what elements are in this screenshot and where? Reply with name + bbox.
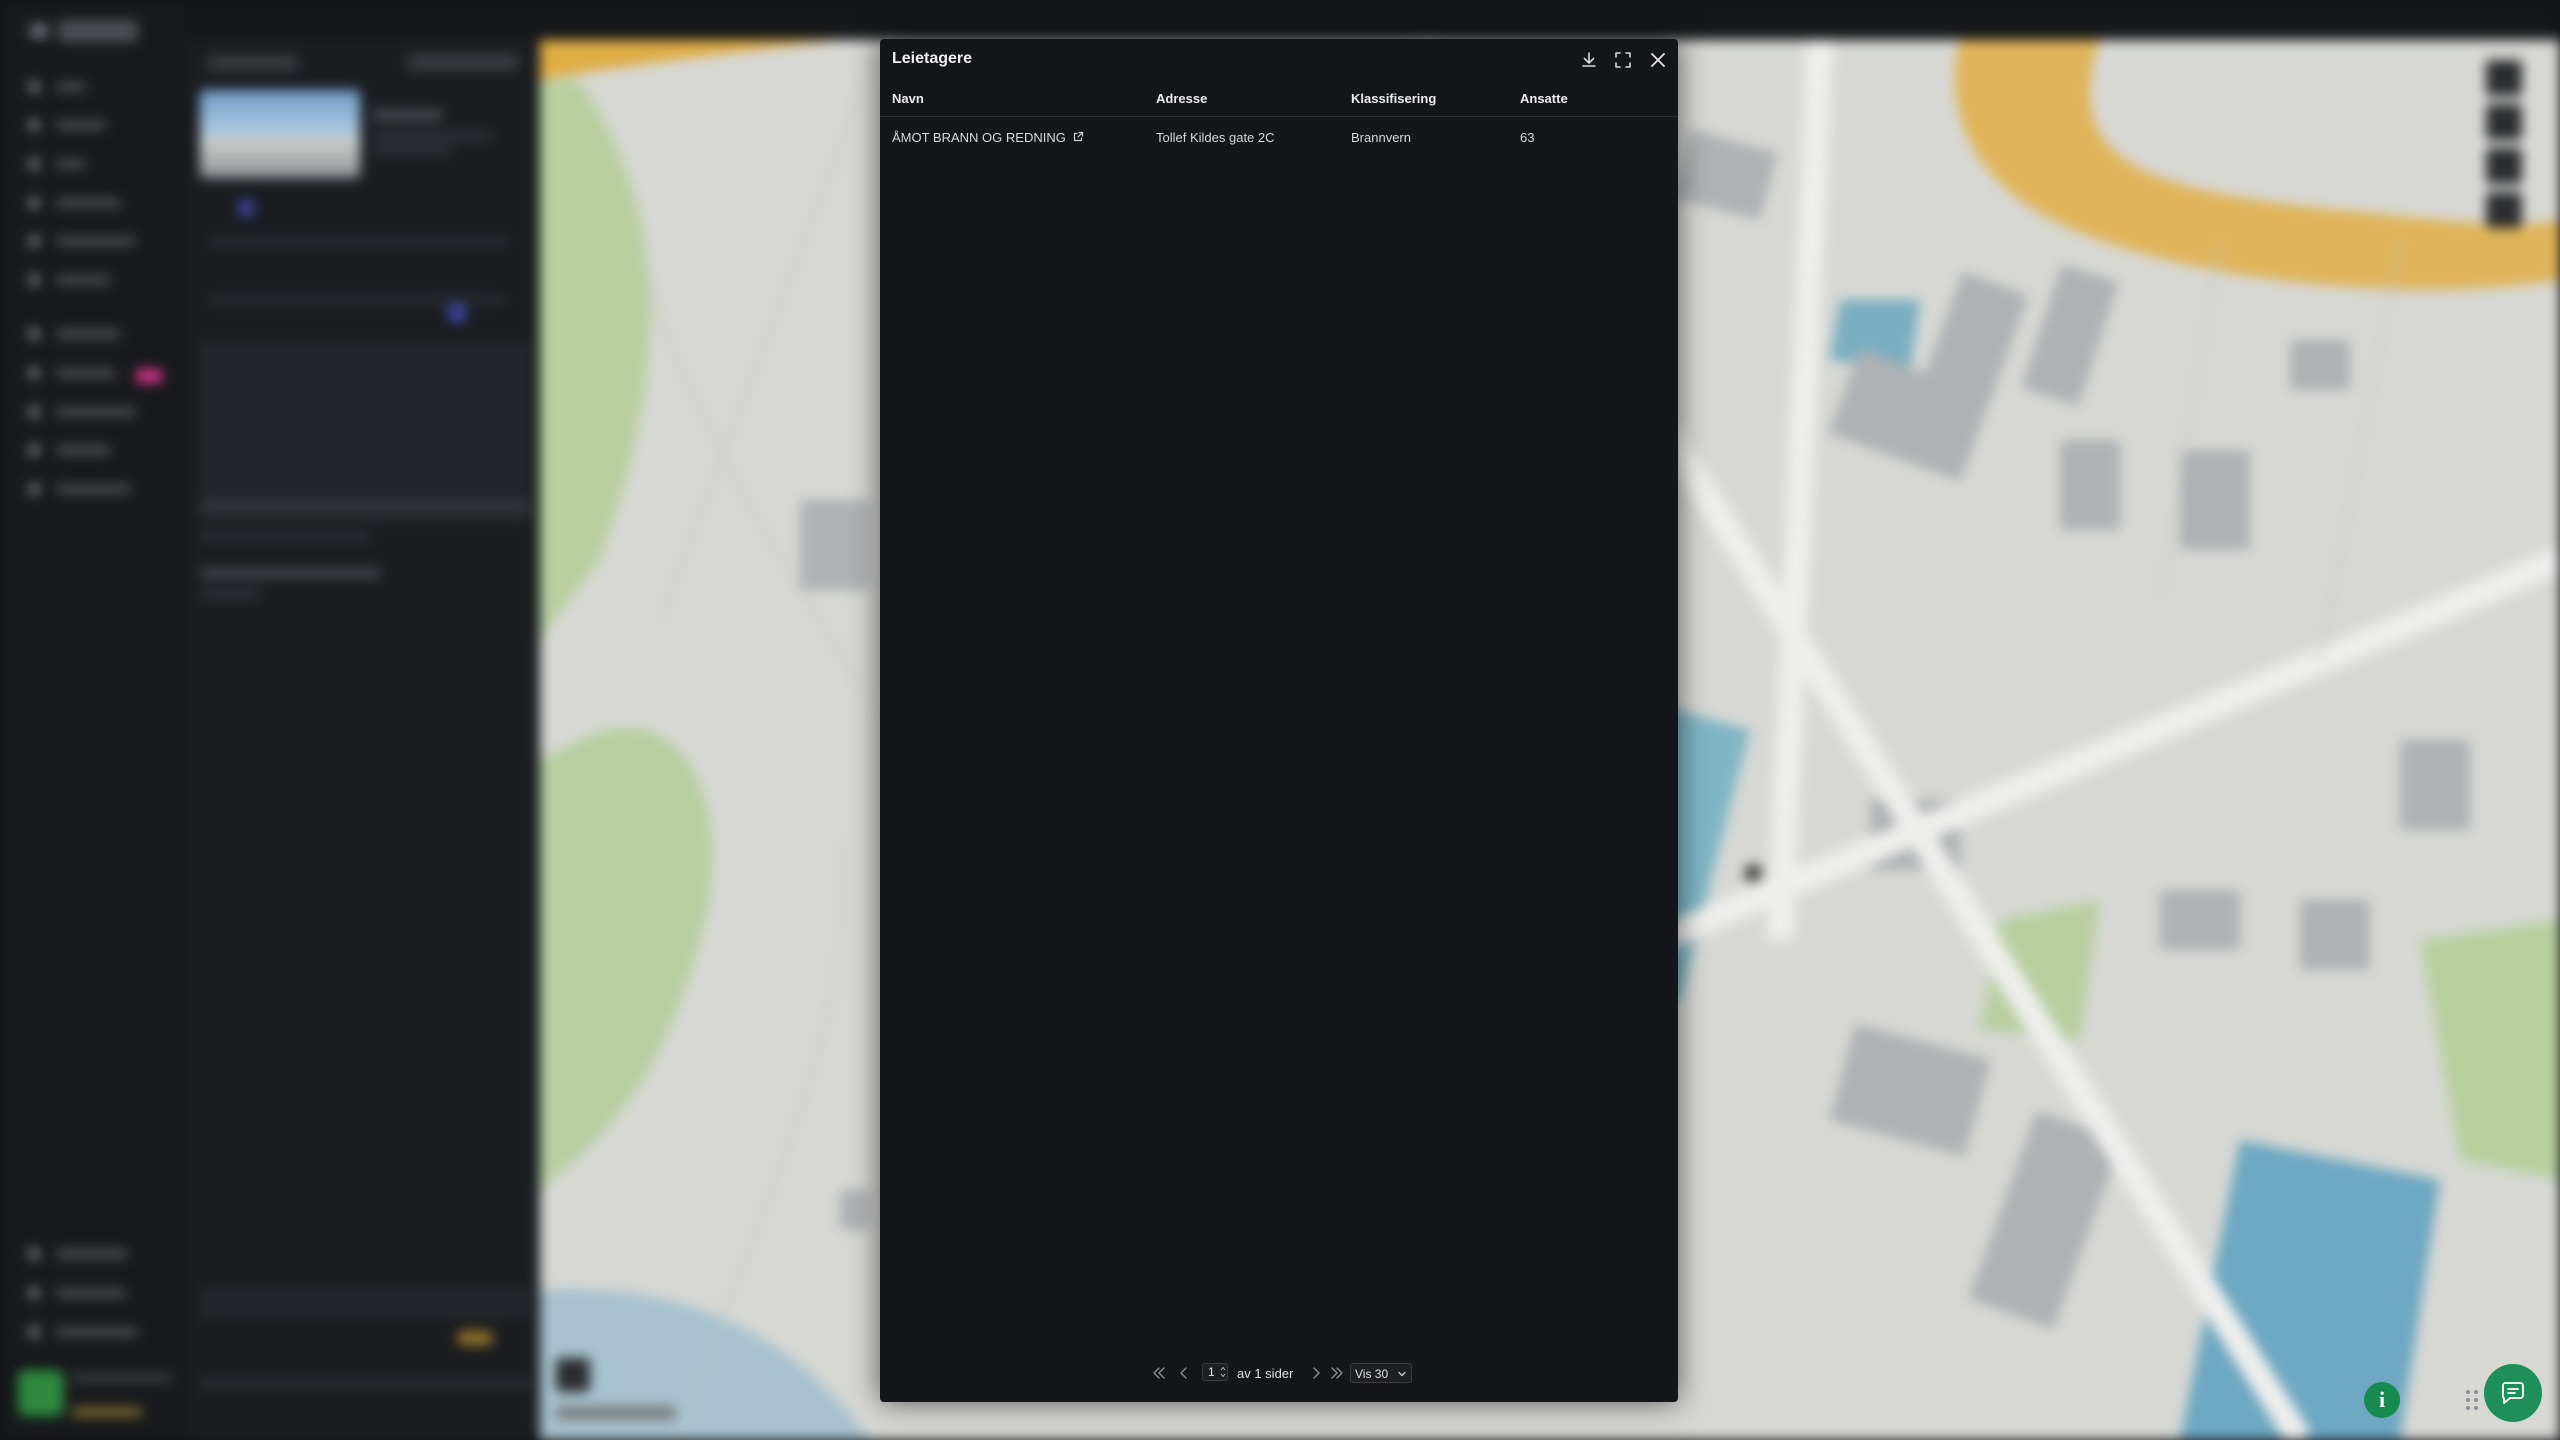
info-button[interactable]: i bbox=[2364, 1382, 2400, 1418]
chat-button[interactable] bbox=[2484, 1364, 2542, 1422]
table-row[interactable]: ÅMOT BRANN OG REDNING Tollef Kildes gate… bbox=[880, 117, 1678, 157]
drag-handle-icon[interactable] bbox=[2464, 1388, 2480, 1412]
cell-adresse: Tollef Kildes gate 2C bbox=[1156, 130, 1275, 145]
cell-ansatte: 63 bbox=[1520, 130, 1535, 145]
column-header-navn[interactable]: Navn bbox=[892, 91, 924, 106]
page-stepper-icon[interactable] bbox=[1220, 1365, 1226, 1379]
tenant-name: ÅMOT BRANN OG REDNING bbox=[892, 130, 1066, 145]
next-page-icon[interactable] bbox=[1307, 1364, 1325, 1382]
page-size-value: Vis 30 bbox=[1355, 1367, 1389, 1381]
column-header-klassifisering[interactable]: Klassifisering bbox=[1351, 91, 1436, 106]
external-link-icon[interactable] bbox=[1072, 131, 1084, 143]
cell-klassifisering: Brannvern bbox=[1351, 130, 1411, 145]
first-page-icon[interactable] bbox=[1150, 1364, 1168, 1382]
info-icon: i bbox=[2378, 1387, 2386, 1412]
property-image bbox=[200, 90, 360, 178]
column-header-adresse[interactable]: Adresse bbox=[1156, 91, 1207, 106]
property-panel bbox=[188, 40, 540, 1440]
top-bar bbox=[0, 0, 2560, 40]
cell-navn[interactable]: ÅMOT BRANN OG REDNING bbox=[892, 130, 1084, 145]
tenants-modal: Leietagere Navn Adresse Klassifisering A… bbox=[880, 39, 1678, 1402]
close-icon bbox=[1651, 53, 1665, 67]
download-button[interactable] bbox=[1577, 48, 1601, 72]
page-size-select[interactable]: Vis 30 bbox=[1350, 1363, 1412, 1383]
modal-title: Leietagere bbox=[892, 50, 973, 67]
column-header-ansatte[interactable]: Ansatte bbox=[1520, 91, 1568, 106]
chat-icon bbox=[2501, 1382, 2524, 1404]
sidebar bbox=[0, 0, 188, 1440]
prev-page-icon[interactable] bbox=[1175, 1364, 1193, 1382]
sidebar-badge bbox=[135, 369, 163, 383]
pagination: av 1 sider Vis 30 bbox=[880, 1360, 1678, 1386]
download-icon bbox=[1582, 52, 1596, 67]
chevron-down-icon bbox=[1398, 1371, 1406, 1377]
fullscreen-icon bbox=[1615, 52, 1631, 68]
fullscreen-button[interactable] bbox=[1611, 48, 1635, 72]
close-button[interactable] bbox=[1646, 48, 1670, 72]
avatar bbox=[18, 1370, 64, 1416]
brand-logo bbox=[30, 20, 140, 42]
last-page-icon[interactable] bbox=[1328, 1364, 1346, 1382]
page-count-text: av 1 sider bbox=[1237, 1366, 1294, 1381]
